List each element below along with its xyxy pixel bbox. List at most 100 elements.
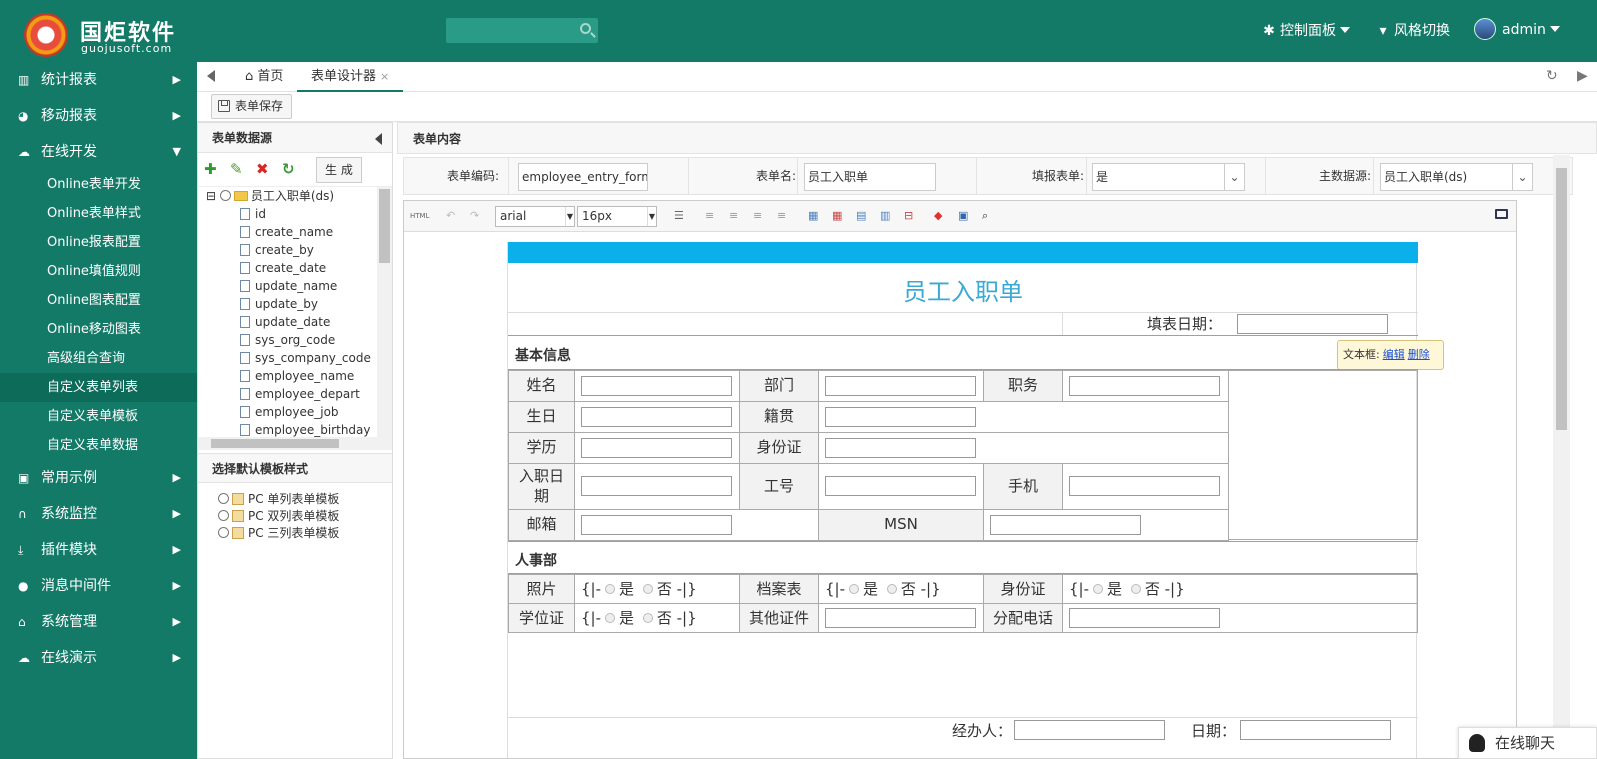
template-option[interactable]: PC 双列表单模板 — [218, 508, 339, 525]
sidebar-subitem[interactable]: Online表单开发 — [0, 170, 197, 199]
tree-node[interactable]: update_name — [240, 277, 337, 295]
archive-radio-group[interactable]: {|- 是 否 -|} — [825, 575, 941, 603]
sidebar-item-demo[interactable]: ☁ 在线演示 ▶ — [0, 640, 197, 676]
image-icon[interactable]: ◆ — [934, 209, 942, 222]
other-cert-input[interactable] — [825, 608, 976, 628]
handler-input[interactable] — [1014, 720, 1165, 740]
phone-input[interactable] — [1069, 608, 1220, 628]
sidebar-subitem[interactable]: 自定义表单模板 — [0, 402, 197, 431]
entry-date-input[interactable] — [581, 476, 732, 496]
redo-icon[interactable]: ↷ — [470, 209, 479, 222]
scrollbar-thumb[interactable] — [379, 189, 390, 263]
tree-root[interactable]: ⊟ 员工入职单(ds) — [206, 187, 334, 205]
radio-button[interactable] — [849, 584, 860, 594]
radio-button[interactable] — [218, 527, 229, 538]
duty-input[interactable] — [1069, 376, 1220, 396]
name-input[interactable] — [581, 376, 732, 396]
radio-button[interactable] — [642, 584, 653, 594]
radio-button[interactable] — [1093, 584, 1104, 594]
edit-icon[interactable]: ✎ — [230, 161, 243, 177]
add-icon[interactable]: ✚ — [204, 161, 217, 177]
tab-home[interactable]: ⌂ 首页 — [231, 62, 297, 92]
editor-document[interactable]: 员工入职单 填表日期： 基本信息 文本框:编辑删除 姓名 部门 职务 生日 — [404, 233, 1516, 758]
align-right-icon[interactable]: ≡ — [753, 209, 762, 222]
table-delete-icon[interactable]: ▦ — [832, 209, 842, 222]
tab-form-designer[interactable]: 表单设计器 × — [297, 62, 404, 92]
education-input[interactable] — [581, 438, 732, 458]
radio-button[interactable] — [886, 584, 897, 594]
sidebar-subitem[interactable]: 自定义表单数据 — [0, 431, 197, 460]
font-family-select[interactable]: arial ▼ — [495, 206, 575, 227]
paragraph-icon[interactable]: ☰ — [674, 209, 684, 222]
tree-node[interactable]: employee_depart — [240, 385, 360, 403]
main-datasource-select[interactable]: 员工入职单(ds) ⌄ — [1380, 163, 1533, 191]
tree-node[interactable]: employee_job — [240, 403, 339, 421]
idcard-input[interactable] — [825, 438, 976, 458]
tree-node[interactable]: create_name — [240, 223, 333, 241]
radio-button[interactable] — [218, 510, 229, 521]
template-option[interactable]: PC 单列表单模板 — [218, 491, 339, 508]
degree-radio-group[interactable]: {|- 是 否 -|} — [581, 604, 697, 632]
sidebar-item-stat-report[interactable]: ▥ 统计报表 ▶ — [0, 62, 197, 98]
tree-node[interactable]: employee_name — [240, 367, 354, 385]
tree-node[interactable]: sys_org_code — [240, 331, 335, 349]
tree-node[interactable]: create_date — [240, 259, 326, 277]
search-input[interactable] — [446, 18, 598, 43]
tree-node[interactable]: update_date — [240, 313, 330, 331]
date-input[interactable] — [1240, 720, 1391, 740]
email-input[interactable] — [581, 515, 732, 535]
align-center-icon[interactable]: ≡ — [729, 209, 738, 222]
fullscreen-icon[interactable] — [1495, 209, 1508, 219]
tree-node[interactable]: employee_birthday — [240, 421, 371, 437]
sidebar-subitem[interactable]: Online表单样式 — [0, 199, 197, 228]
tree-node[interactable]: update_by — [240, 295, 318, 313]
sidebar-subitem[interactable]: Online填值规则 — [0, 257, 197, 286]
align-justify-icon[interactable]: ≡ — [777, 209, 786, 222]
save-button[interactable]: 表单保存 — [211, 94, 293, 119]
sidebar-item-examples[interactable]: ▣ 常用示例 ▶ — [0, 460, 197, 496]
sidebar-item-system[interactable]: ⌂ 系统管理 ▶ — [0, 604, 197, 640]
radio-button[interactable] — [218, 493, 229, 504]
sidebar-subitem[interactable]: Online移动图表 — [0, 315, 197, 344]
sidebar-subitem[interactable]: 高级组合查询 — [0, 344, 197, 373]
tab-scroll-right-icon[interactable]: ▶ — [1577, 68, 1588, 84]
scrollbar-thumb[interactable] — [211, 439, 339, 448]
scrollbar-thumb[interactable] — [1556, 168, 1567, 430]
page-vertical-scrollbar[interactable] — [1553, 155, 1570, 759]
sidebar-item-messaging[interactable]: ● 消息中间件 ▶ — [0, 568, 197, 604]
tree-horizontal-scrollbar[interactable] — [198, 437, 392, 450]
tooltip-edit-link[interactable]: 编辑 — [1383, 348, 1405, 361]
align-left-icon[interactable]: ≡ — [705, 209, 714, 222]
close-icon[interactable]: × — [380, 70, 389, 83]
style-switch-menu[interactable]: ▾ 风格切换 — [1376, 20, 1450, 40]
delete-icon[interactable]: ✖ — [256, 161, 269, 177]
logo[interactable]: 国炬软件 guojusoft.com — [24, 11, 194, 57]
sidebar-subitem[interactable]: Online报表配置 — [0, 228, 197, 257]
refresh-icon[interactable]: ↻ — [282, 161, 295, 177]
sidebar-subitem[interactable]: Online图表配置 — [0, 286, 197, 315]
preview-icon[interactable]: ⌕ — [982, 209, 988, 223]
radio-button[interactable] — [219, 190, 231, 201]
tab-scroll-left-icon[interactable] — [207, 70, 215, 82]
fill-form-select[interactable]: 是 ⌄ — [1092, 163, 1245, 191]
radio-button[interactable] — [605, 613, 616, 623]
radio-button[interactable] — [1130, 584, 1141, 594]
font-size-select[interactable]: 16px ▼ — [577, 206, 657, 227]
form-name-input[interactable]: 员工入职单 — [804, 163, 936, 191]
birthday-input[interactable] — [581, 407, 732, 427]
job-no-input[interactable] — [825, 476, 976, 496]
online-chat-button[interactable]: 在线聊天 — [1458, 727, 1597, 759]
tree-node[interactable]: id — [240, 205, 266, 223]
msn-input[interactable] — [990, 515, 1141, 535]
tooltip-delete-link[interactable]: 删除 — [1408, 348, 1430, 361]
refresh-icon[interactable]: ↻ — [1546, 68, 1558, 84]
photo-radio-group[interactable]: {|- 是 否 -|} — [581, 575, 697, 603]
table-icon[interactable]: ▦ — [808, 209, 818, 222]
sidebar-item-mobile-report[interactable]: ◕ 移动报表 ▶ — [0, 98, 197, 134]
sidebar-item-monitor[interactable]: ∩ 系统监控 ▶ — [0, 496, 197, 532]
sidebar-item-plugins[interactable]: ⤓ 插件模块 ▶ — [0, 532, 197, 568]
generate-button[interactable]: 生 成 — [316, 157, 362, 183]
template-layout-icon[interactable]: ▣ — [958, 209, 968, 222]
html-source-button[interactable]: HTML — [410, 212, 429, 220]
origin-input[interactable] — [825, 407, 976, 427]
